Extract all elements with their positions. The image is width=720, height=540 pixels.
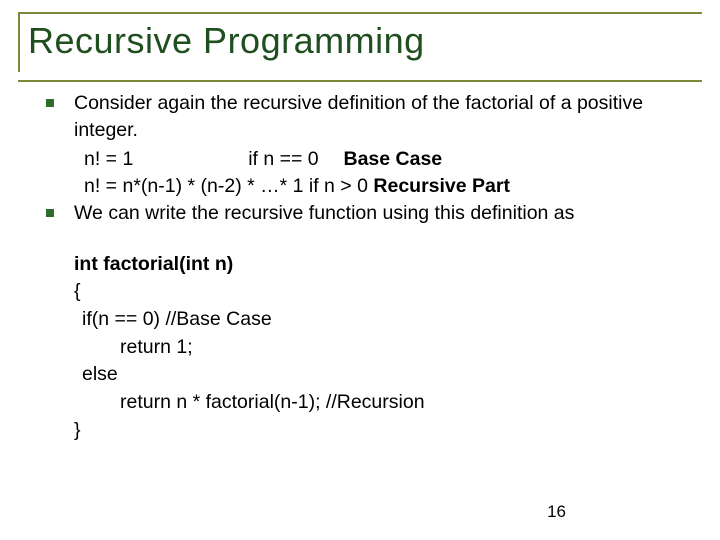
slide: Recursive Programming Consider again the…	[0, 0, 720, 540]
slide-title: Recursive Programming	[28, 20, 702, 62]
code-line: return 1;	[74, 334, 692, 362]
bullet-text: Consider again the recursive definition …	[74, 90, 692, 144]
square-bullet-icon	[46, 99, 54, 107]
bullet-text: We can write the recursive function usin…	[74, 200, 692, 227]
code-line: {	[74, 278, 692, 306]
code-line: if(n == 0) //Base Case	[74, 306, 692, 334]
code-block: int factorial(int n) { if(n == 0) //Base…	[46, 251, 692, 445]
code-line: int factorial(int n)	[74, 251, 692, 279]
content-area: Consider again the recursive definition …	[18, 82, 702, 444]
code-line: else	[74, 361, 692, 389]
code-fragment: n! = 1	[84, 148, 133, 170]
code-fragment: if n == 0	[248, 148, 318, 170]
sub-line: n! = 1 if n == 0 Base Case	[46, 146, 692, 173]
code-line: return n * factorial(n-1); //Recursion	[74, 389, 692, 417]
square-bullet-icon	[46, 209, 54, 217]
label-base-case: Base Case	[344, 148, 443, 170]
code-fragment: n! = n*(n-1) * (n-2) * …* 1 if n > 0	[84, 175, 373, 197]
title-block: Recursive Programming	[18, 12, 702, 72]
code-line: }	[74, 417, 692, 445]
label-recursive-part: Recursive Part	[373, 175, 510, 197]
bullet-item: We can write the recursive function usin…	[46, 200, 692, 227]
bullet-item: Consider again the recursive definition …	[46, 90, 692, 144]
sub-line: n! = n*(n-1) * (n-2) * …* 1 if n > 0 Rec…	[46, 173, 692, 200]
page-number: 16	[547, 502, 566, 522]
